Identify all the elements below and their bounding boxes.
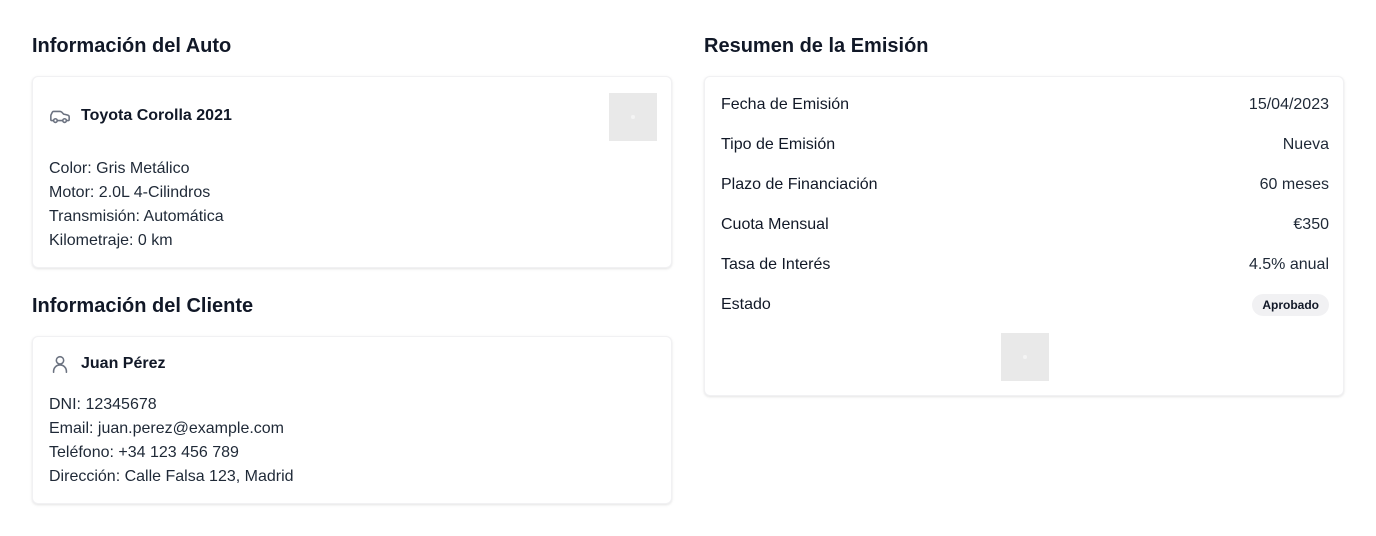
client-detail-address: Dirección: Calle Falsa 123, Madrid (49, 468, 294, 485)
summary-label: Tasa de Interés (721, 256, 831, 273)
client-details: DNI: 12345678 Email: juan.perez@example.… (49, 393, 294, 489)
summary-row-issue-date: Fecha de Emisión 15/04/2023 (721, 93, 1329, 117)
client-detail-phone: Teléfono: +34 123 456 789 (49, 444, 239, 461)
auto-details: Color: Gris Metálico Motor: 2.0L 4-Cilin… (49, 157, 224, 253)
summary-value: 15/04/2023 (1248, 96, 1329, 113)
car-icon (49, 105, 71, 127)
summary-value: Nueva (1282, 136, 1329, 153)
summary-row-interest-rate: Tasa de Interés 4.5% anual (721, 253, 1329, 277)
summary-label: Cuota Mensual (721, 216, 829, 233)
summary-label: Fecha de Emisión (721, 96, 850, 113)
user-icon (49, 353, 71, 375)
client-detail-dni: DNI: 12345678 (49, 396, 157, 413)
auto-detail-mileage: Kilometraje: 0 km (49, 232, 173, 249)
client-name: Juan Pérez (81, 355, 166, 372)
summary-row-monthly-fee: Cuota Mensual €350 (721, 213, 1329, 237)
auto-card-header: Toyota Corolla 2021 (49, 105, 232, 127)
client-section-title: Información del Cliente (32, 295, 254, 317)
summary-value: €350 (1293, 216, 1329, 233)
summary-row-financing-term: Plazo de Financiación 60 meses (721, 173, 1329, 197)
auto-card: Toyota Corolla 2021 Color: Gris Metálico… (32, 76, 672, 268)
auto-detail-color: Color: Gris Metálico (49, 160, 190, 177)
auto-section-title: Información del Auto (32, 35, 232, 57)
summary-image-placeholder (1001, 333, 1049, 381)
car-image-placeholder (609, 93, 657, 141)
client-detail-email: Email: juan.perez@example.com (49, 420, 285, 437)
summary-row-status: Estado Aprobado (721, 293, 1329, 317)
summary-label: Plazo de Financiación (721, 176, 878, 193)
summary-value: 60 meses (1259, 176, 1329, 193)
summary-card: Fecha de Emisión 15/04/2023 Tipo de Emis… (704, 76, 1344, 396)
summary-label: Estado (721, 296, 771, 313)
client-card-header: Juan Pérez (49, 353, 165, 375)
car-name: Toyota Corolla 2021 (81, 107, 232, 124)
auto-detail-motor: Motor: 2.0L 4-Cilindros (49, 184, 211, 201)
summary-label: Tipo de Emisión (721, 136, 836, 153)
summary-row-issue-type: Tipo de Emisión Nueva (721, 133, 1329, 157)
auto-detail-transmission: Transmisión: Automática (49, 208, 224, 225)
summary-value: 4.5% anual (1248, 256, 1329, 273)
summary-section-title: Resumen de la Emisión (704, 35, 929, 57)
status-badge: Aprobado (1252, 294, 1329, 316)
client-card: Juan Pérez DNI: 12345678 Email: juan.per… (32, 336, 672, 504)
